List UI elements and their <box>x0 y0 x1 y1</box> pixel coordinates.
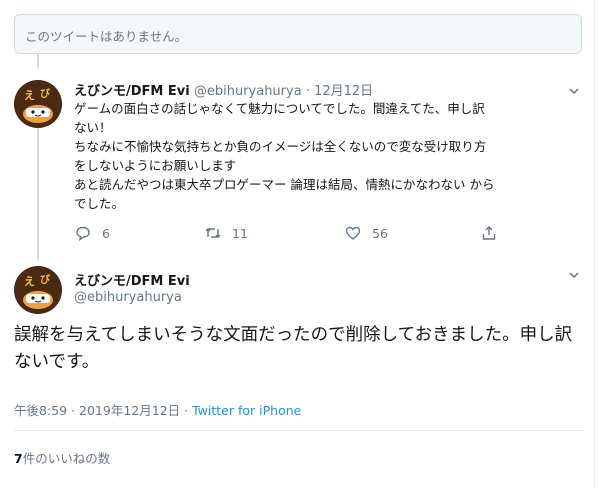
tweet2-text: 誤解を与えてしまいそうな文面だったので削除しておきました。申し訳ないです。 <box>14 325 573 372</box>
tweet-text-line: あと読んだやつは東大卒プロゲーマー 論理は結局、情熱にかなわない から <box>74 177 495 192</box>
divider <box>14 430 584 431</box>
scrollbar[interactable] <box>594 0 598 488</box>
tweet-text-line: でした。 <box>74 196 125 211</box>
tweet-text-line: ちなみに不愉快な気持ちとか負のイメージは全くないので変な受け取り方 <box>74 139 487 154</box>
unavailable-text: このツイートはありません。 <box>25 29 188 44</box>
like-count: 56 <box>372 225 388 241</box>
tweet-text-line: ゲームの面白さの話じゃなくて魅力についてでした。間違えてた、申し訳 <box>74 101 485 116</box>
svg-text:び: び <box>40 273 50 286</box>
likes-summary[interactable]: 7件のいいねの数 <box>14 448 110 467</box>
tweet-actions: 6 11 56 <box>74 224 514 248</box>
share-button[interactable] <box>480 224 508 242</box>
likes-label: 件のいいねの数 <box>22 451 111 466</box>
avatar[interactable]: え び <box>14 80 62 128</box>
heart-icon <box>345 226 361 240</box>
svg-text:え: え <box>24 89 35 102</box>
user-handle[interactable]: @ebihuryahurya <box>194 84 302 99</box>
separator-dot: · <box>71 403 76 418</box>
chevron-down-icon[interactable] <box>567 268 581 282</box>
display-name[interactable]: えびンモ/DFM Evi <box>74 84 190 99</box>
tweet-text-line: ない！ <box>74 120 112 135</box>
tweet-date[interactable]: 2019年12月12日 <box>79 403 180 418</box>
avatar[interactable]: え び <box>14 266 62 314</box>
separator-dot: · <box>184 403 189 418</box>
tweet-date[interactable]: 12月12日 <box>314 84 373 99</box>
display-name[interactable]: えびンモ/DFM Evi <box>74 270 190 289</box>
retweet-button[interactable]: 11 <box>204 224 248 242</box>
separator-dot: · <box>305 84 310 99</box>
avatar-image: え び <box>14 266 62 314</box>
user-handle[interactable]: @ebihuryahurya <box>74 290 182 305</box>
client-link[interactable]: Twitter for iPhone <box>192 403 301 418</box>
thread-line <box>37 128 39 260</box>
chevron-down-icon[interactable] <box>567 84 581 98</box>
retweet-count: 11 <box>232 225 248 241</box>
share-icon <box>482 226 496 240</box>
unavailable-tweet-notice: このツイートはありません。 <box>14 14 582 54</box>
reply-button[interactable]: 6 <box>74 224 110 242</box>
tweet-time[interactable]: 午後8:59 <box>14 403 67 418</box>
svg-text:え: え <box>24 275 35 288</box>
retweet-icon <box>205 228 221 238</box>
thread-line-top <box>37 54 39 68</box>
tweet1-text: ゲームの面白さの話じゃなくて魅力についてでした。間違えてた、申し訳 ない！ ちな… <box>74 99 580 213</box>
avatar-image: え び <box>14 80 62 128</box>
reply-count: 6 <box>102 225 110 241</box>
tweet-text-line: をしないようにお願いします <box>74 158 237 173</box>
tweet1-header: えびンモ/DFM Evi @ebihuryahurya · 12月12日 <box>74 80 373 99</box>
reply-icon <box>76 226 90 242</box>
like-button[interactable]: 56 <box>344 224 388 242</box>
svg-text:び: び <box>40 87 50 100</box>
tweet-metadata: 午後8:59 · 2019年12月12日 · Twitter for iPhon… <box>14 400 301 419</box>
likes-count: 7 <box>14 451 23 466</box>
